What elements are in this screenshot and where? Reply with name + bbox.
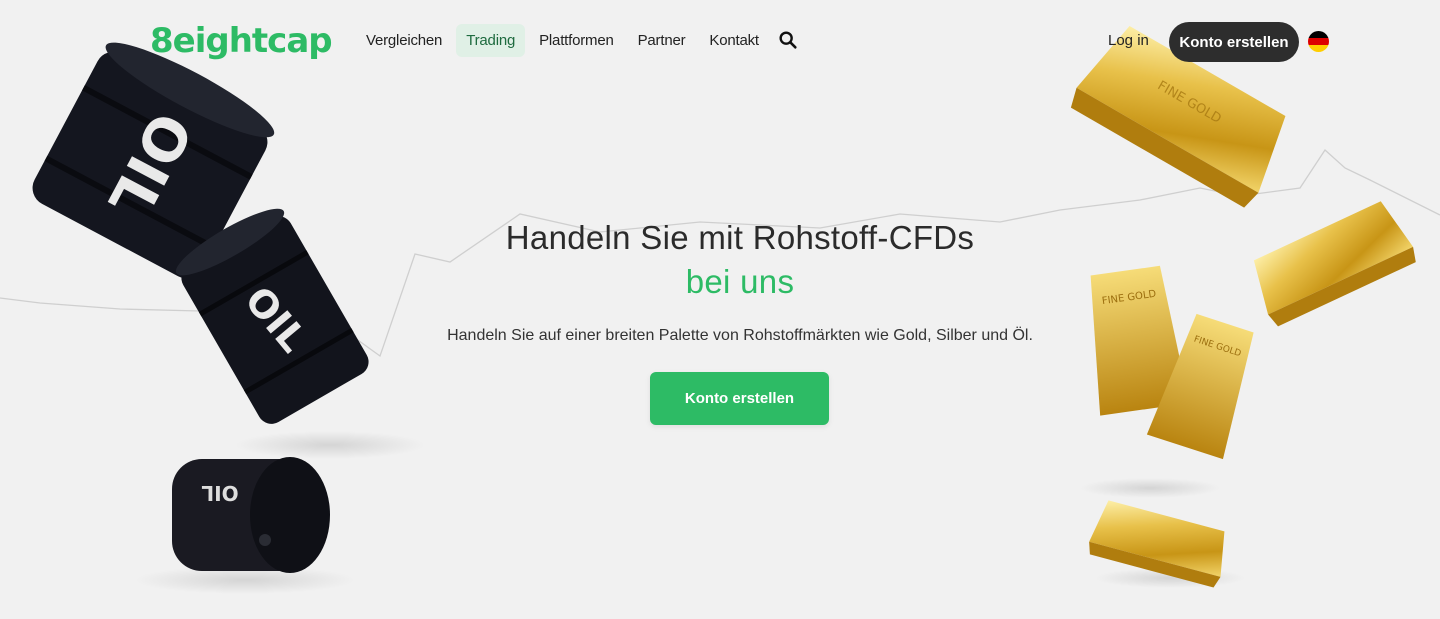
- nav-item-kontakt[interactable]: Kontakt: [699, 24, 768, 57]
- background-chart-line: [0, 149, 1440, 358]
- create-account-button-header[interactable]: Konto erstellen: [1169, 22, 1299, 62]
- logo-text: 8eightcap: [150, 21, 333, 61]
- create-account-button[interactable]: Konto erstellen: [650, 372, 829, 425]
- nav-item-trading[interactable]: Trading: [456, 23, 526, 57]
- hero-title: Handeln Sie mit Rohstoff-CFDs bei uns: [0, 216, 1440, 304]
- login-link[interactable]: Log in: [1108, 32, 1149, 49]
- de-flag-icon[interactable]: [1308, 31, 1329, 52]
- brand-logo[interactable]: 8eightcap: [150, 20, 333, 62]
- search-icon[interactable]: [777, 29, 799, 51]
- nav-item-vergleichen[interactable]: Vergleichen: [356, 24, 452, 57]
- hero-subtitle: Handeln Sie auf einer breiten Palette vo…: [447, 327, 1033, 344]
- main-nav: Vergleichen Trading Plattformen Partner …: [356, 22, 799, 58]
- nav-item-partner[interactable]: Partner: [628, 24, 696, 57]
- hero-title-line1: Handeln Sie mit Rohstoff-CFDs: [505, 219, 975, 256]
- nav-item-plattformen[interactable]: Plattformen: [529, 24, 624, 57]
- hero-title-accent: bei uns: [685, 263, 795, 300]
